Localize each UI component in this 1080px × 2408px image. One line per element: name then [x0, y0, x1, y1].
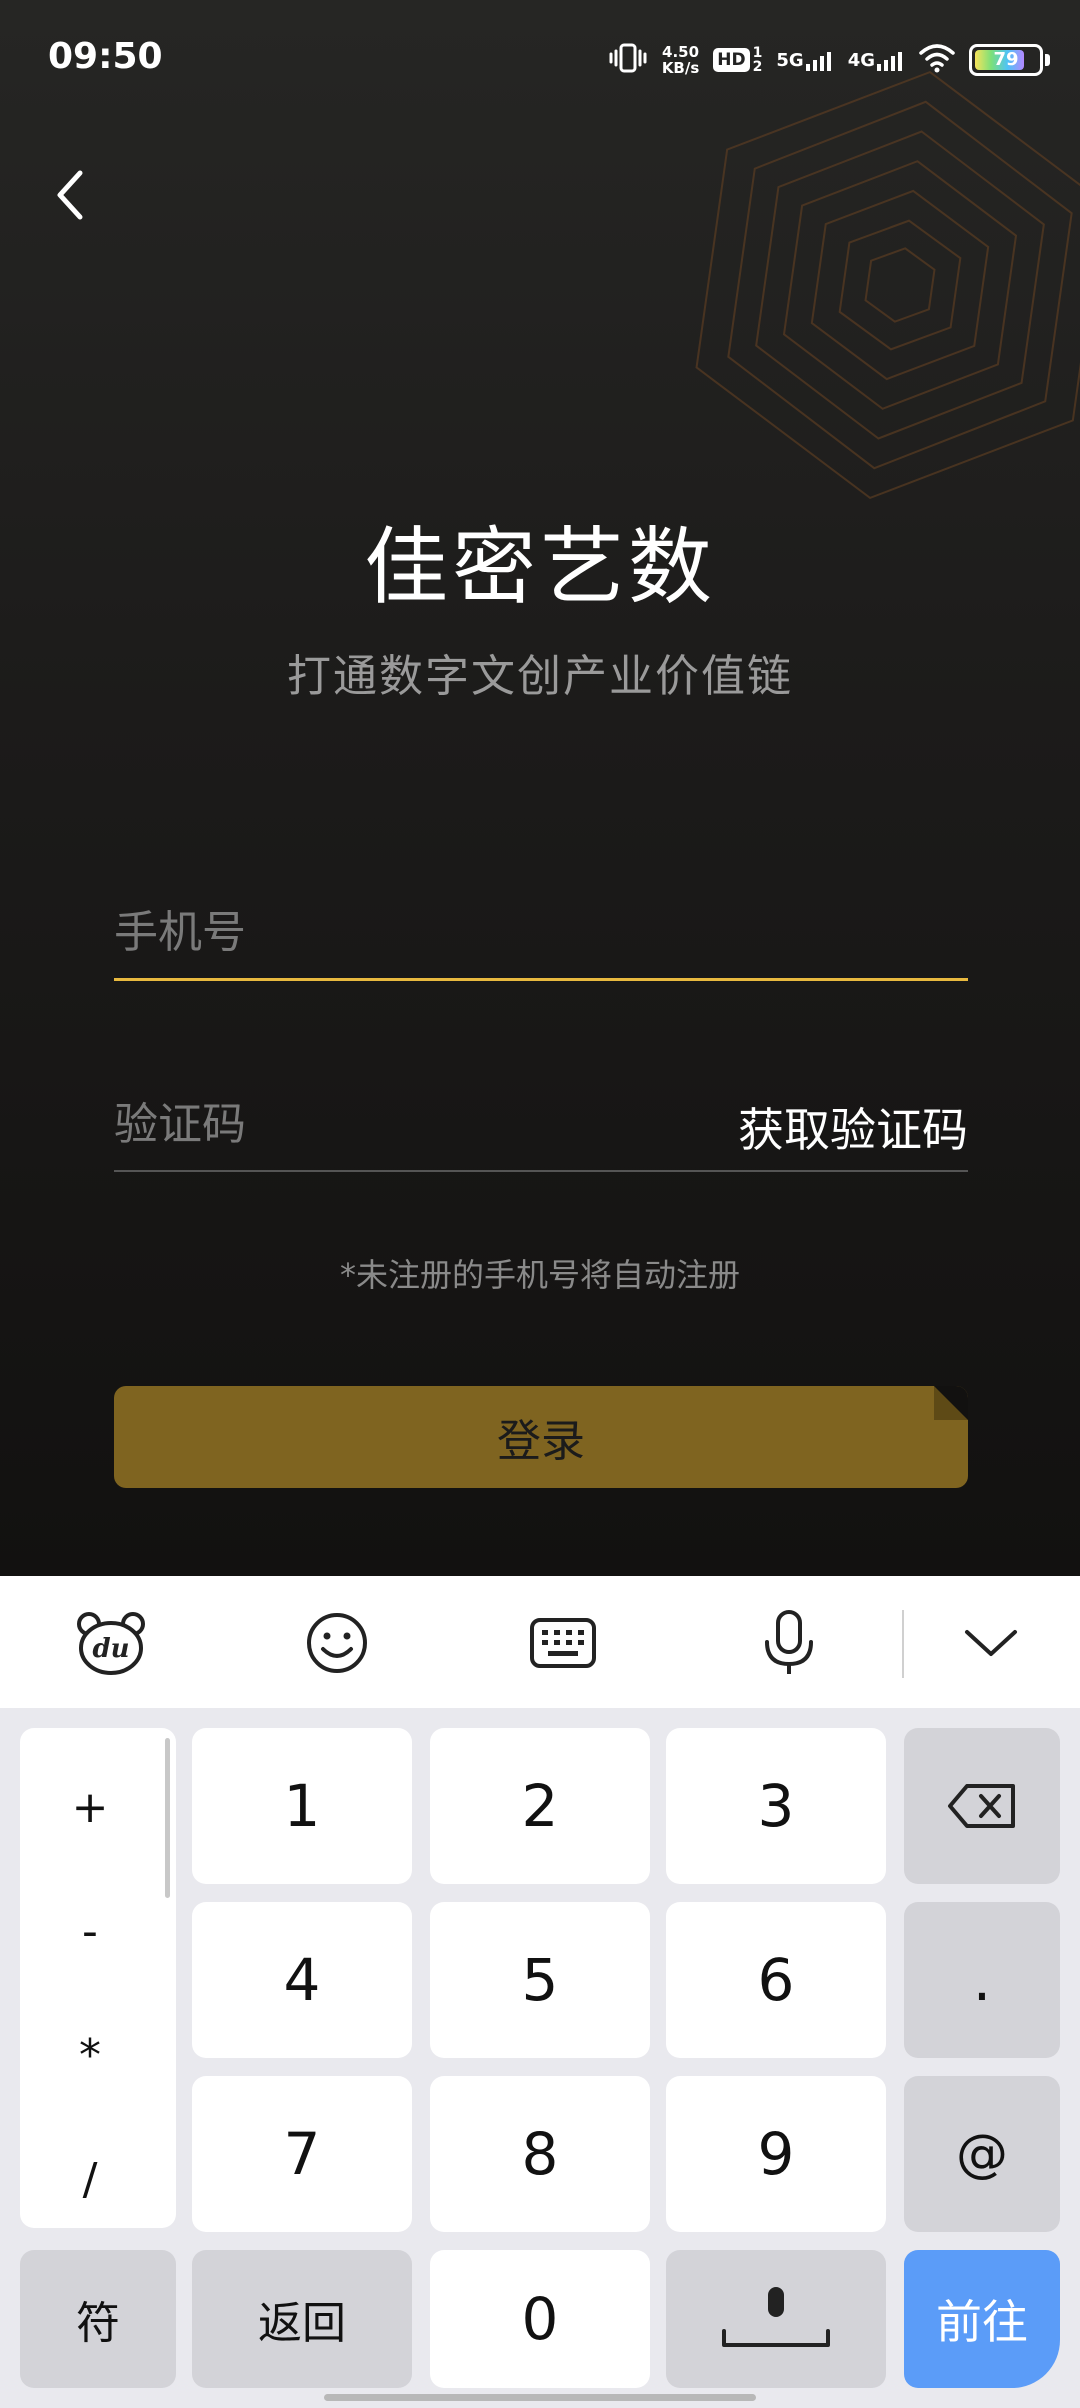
hexagon-decoration [695, 70, 1080, 500]
folded-corner [934, 1386, 968, 1420]
numeric-keyboard: du + - * / 1 2 3 4 5 6 . 7 8 9 @ 符 返回 0 … [0, 1576, 1080, 2408]
back-button[interactable] [40, 160, 100, 230]
du-bear-icon[interactable]: du [66, 1598, 156, 1688]
symbol-column[interactable]: + - * / [20, 1728, 176, 2228]
toolbar-divider [902, 1610, 904, 1678]
get-code-button[interactable]: 获取验证码 [738, 1094, 968, 1160]
login-label: 登录 [497, 1416, 585, 1467]
key-8[interactable]: 8 [430, 2076, 650, 2232]
go-key[interactable]: 前往 [904, 2250, 1060, 2388]
key-asterisk[interactable]: * [20, 2030, 160, 2081]
verification-code-field: 获取验证码 [114, 1082, 968, 1172]
key-1[interactable]: 1 [192, 1728, 412, 1884]
space-key[interactable] [666, 2250, 886, 2388]
key-6[interactable]: 6 [666, 1902, 886, 2058]
phone-field [114, 890, 968, 981]
key-2[interactable]: 2 [430, 1728, 650, 1884]
space-mic-icon [722, 2287, 830, 2347]
home-indicator[interactable] [324, 2394, 756, 2401]
emoji-icon[interactable] [292, 1598, 382, 1688]
verification-code-input[interactable] [114, 1092, 714, 1156]
key-9[interactable]: 9 [666, 2076, 886, 2232]
key-7[interactable]: 7 [192, 2076, 412, 2232]
key-slash[interactable]: / [20, 2154, 160, 2205]
key-at[interactable]: @ [904, 2076, 1060, 2232]
keyboard-icon[interactable] [518, 1598, 608, 1688]
key-5[interactable]: 5 [430, 1902, 650, 2058]
key-dot[interactable]: . [904, 1902, 1060, 2058]
symbol-scrollbar[interactable] [165, 1738, 170, 1898]
key-0[interactable]: 0 [430, 2250, 650, 2388]
chevron-left-icon [57, 170, 83, 220]
keyboard-toolbar: du [0, 1576, 1080, 1708]
app-title: 佳密艺数 [363, 518, 716, 616]
registration-hint: *未注册的手机号将自动注册 [339, 1256, 740, 1294]
symbols-key[interactable]: 符 [20, 2250, 176, 2388]
return-key[interactable]: 返回 [192, 2250, 412, 2388]
backspace-icon [948, 1784, 1015, 1828]
key-minus[interactable]: - [20, 1906, 160, 1957]
collapse-chevron-icon[interactable] [946, 1598, 1036, 1688]
login-button[interactable]: 登录 [114, 1386, 968, 1488]
key-plus[interactable]: + [20, 1782, 160, 1833]
backspace-key[interactable] [904, 1728, 1060, 1884]
app-subtitle: 打通数字文创产业价值链 [287, 651, 793, 702]
status-time: 09:50 [48, 36, 163, 77]
key-4[interactable]: 4 [192, 1902, 412, 2058]
microphone-icon[interactable] [744, 1598, 834, 1688]
svg-text:du: du [92, 1634, 129, 1664]
login-screen: 09:50 4.50 KB/s HD 1 2 5G 4G 79 佳密艺数 打通数… [0, 0, 1080, 1576]
phone-input[interactable] [114, 900, 714, 964]
key-3[interactable]: 3 [666, 1728, 886, 1884]
